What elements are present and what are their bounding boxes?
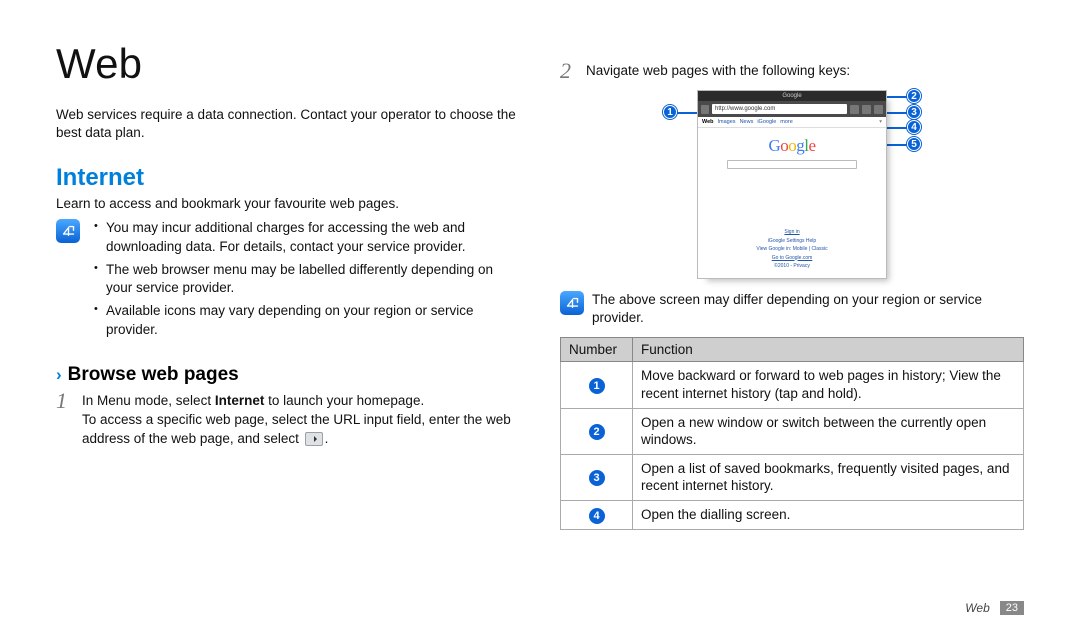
windows-icon xyxy=(862,105,871,114)
step1-line2-pre: To access a specific web page, select th… xyxy=(82,412,511,446)
step1-line2-post: . xyxy=(325,431,329,446)
subsection-label: Browse web pages xyxy=(68,364,239,386)
row-function: Open the dialling screen. xyxy=(633,500,1024,529)
subsection-heading-browse: › Browse web pages xyxy=(56,364,520,386)
callout-badge-2: 2 xyxy=(907,89,921,103)
row-number-badge: 3 xyxy=(589,470,605,486)
device-urlbar: http://www.google.com xyxy=(698,101,886,117)
section-heading-internet: Internet xyxy=(56,164,520,192)
step-1-body: In Menu mode, select Internet to launch … xyxy=(82,392,520,449)
right-note-text: The above screen may differ depending on… xyxy=(592,291,1024,327)
table-row: 4 Open the dialling screen. xyxy=(561,500,1024,529)
row-function: Open a new window or switch between the … xyxy=(633,408,1024,454)
url-field: http://www.google.com xyxy=(712,104,847,114)
row-function: Move backward or forward to web pages in… xyxy=(633,362,1024,408)
table-row: 3 Open a list of saved bookmarks, freque… xyxy=(561,454,1024,500)
step1-pre: In Menu mode, select xyxy=(82,393,215,408)
chevron-icon: › xyxy=(56,365,62,385)
left-column: Web Web services require a data connecti… xyxy=(56,40,520,530)
table-row: 2 Open a new window or switch between th… xyxy=(561,408,1024,454)
step-number-2: 2 xyxy=(560,60,576,82)
step-number-1: 1 xyxy=(56,390,72,412)
page-title: Web xyxy=(56,40,520,88)
device-statusbar: Google xyxy=(698,91,886,101)
bookmark-icon xyxy=(874,105,883,114)
device-tabrow: Web Images News iGoogle more ▾ xyxy=(698,117,886,128)
page-footer: Web 23 xyxy=(965,601,1024,615)
th-function: Function xyxy=(633,338,1024,362)
device-figure: 1 2 3 4 5 Google http://www.google.com W… xyxy=(657,90,927,279)
device-mockup: Google http://www.google.com Web Images … xyxy=(697,90,887,279)
tab: News xyxy=(740,119,754,125)
google-search-field xyxy=(727,160,857,169)
row-function: Open a list of saved bookmarks, frequent… xyxy=(633,454,1024,500)
right-column: 2 Navigate web pages with the following … xyxy=(560,40,1024,530)
note-item: Available icons may vary depending on yo… xyxy=(94,302,520,338)
page-columns: Web Web services require a data connecti… xyxy=(0,0,1080,550)
internet-lead: Learn to access and bookmark your favour… xyxy=(56,196,520,211)
note-item: The web browser menu may be labelled dif… xyxy=(94,261,520,297)
row-number-badge: 1 xyxy=(589,378,605,394)
google-logo: Google xyxy=(768,136,815,156)
step1-post: to launch your homepage. xyxy=(264,393,424,408)
note-icon xyxy=(56,219,80,243)
step1-bold: Internet xyxy=(215,393,265,408)
callout-badge-1: 1 xyxy=(663,105,677,119)
note-list: You may incur additional charges for acc… xyxy=(88,219,520,343)
note-block: You may incur additional charges for acc… xyxy=(56,219,520,343)
step-2: 2 Navigate web pages with the following … xyxy=(560,62,1024,82)
callout-badge-3: 3 xyxy=(907,105,921,119)
step-1: 1 In Menu mode, select Internet to launc… xyxy=(56,392,520,449)
th-number: Number xyxy=(561,338,633,362)
device-body: Google Sign in iGoogle Settings Help Vie… xyxy=(698,128,886,278)
tab: more xyxy=(780,119,793,125)
footer-page-number: 23 xyxy=(1000,601,1024,615)
callout-badge-4: 4 xyxy=(907,120,921,134)
go-arrow-icon xyxy=(305,432,323,446)
footer-section-label: Web xyxy=(965,601,989,615)
tab: Images xyxy=(718,119,736,125)
row-number-badge: 4 xyxy=(589,508,605,524)
right-note-block: The above screen may differ depending on… xyxy=(560,291,1024,327)
callout-badge-5: 5 xyxy=(907,137,921,151)
reload-icon xyxy=(850,105,859,114)
tab: Web xyxy=(702,119,714,125)
step-2-text: Navigate web pages with the following ke… xyxy=(586,62,1024,81)
back-forward-icon xyxy=(701,105,709,114)
table-row: 1 Move backward or forward to web pages … xyxy=(561,362,1024,408)
google-footer-links: Sign in iGoogle Settings Help View Googl… xyxy=(756,229,827,272)
tab: iGoogle xyxy=(757,119,776,125)
row-number-badge: 2 xyxy=(589,424,605,440)
intro-text: Web services require a data connection. … xyxy=(56,106,516,142)
function-table: Number Function 1 Move backward or forwa… xyxy=(560,337,1024,529)
note-item: You may incur additional charges for acc… xyxy=(94,219,520,255)
note-icon xyxy=(560,291,584,315)
